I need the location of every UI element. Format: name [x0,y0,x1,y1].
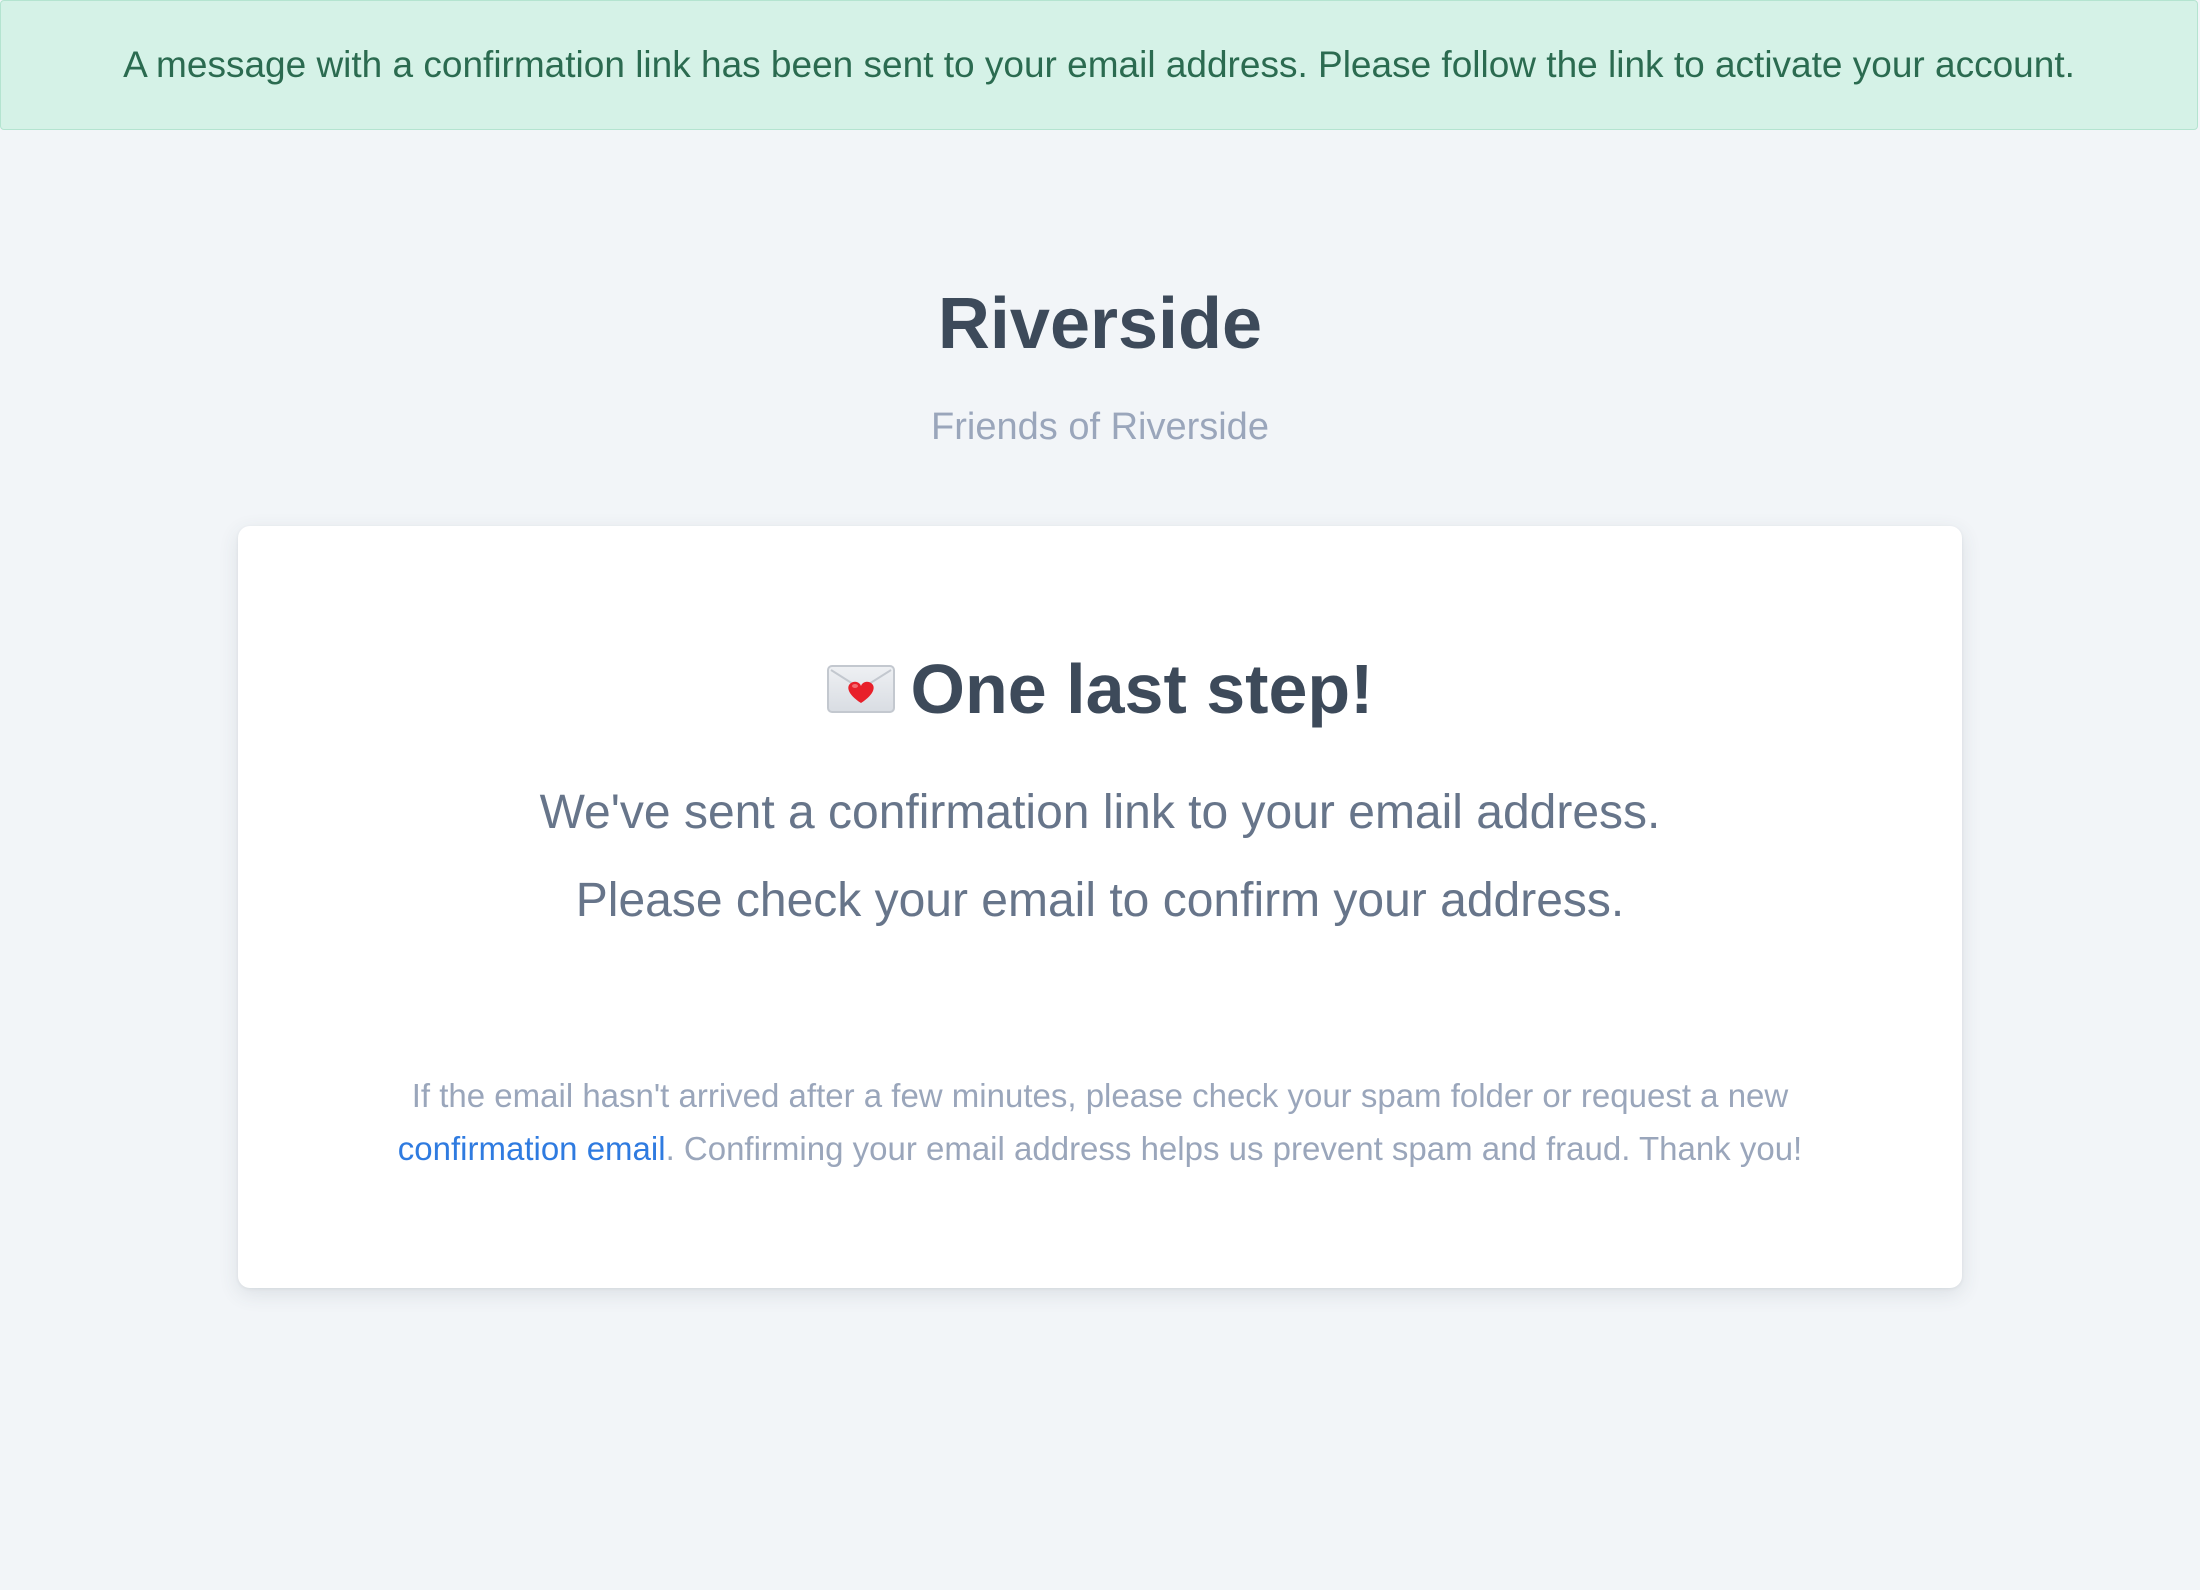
site-title: Riverside [937,284,1263,364]
site-subtitle: Friends of Riverside [931,406,1269,448]
love-letter-icon [826,665,895,713]
help-note: If the email hasn't arrived after a few … [358,1069,1842,1175]
help-note-suffix: . Confirming your email address helps us… [665,1130,1803,1167]
confirmation-card: One last step! We've sent a confirmation… [238,526,1962,1288]
sent-message-line: We've sent a confirmation link to your e… [539,786,1661,839]
card-headline: One last step! [238,654,1962,724]
flash-message: A message with a confirmation link has b… [0,0,2198,130]
card-headline-text: One last step! [910,650,1374,728]
check-email-line: Please check your email to confirm your … [575,874,1625,927]
help-note-prefix: If the email hasn't arrived after a few … [411,1077,1789,1114]
resend-confirmation-link[interactable]: confirmation email [398,1130,666,1167]
flash-message-text: A message with a confirmation link has b… [123,44,2075,85]
